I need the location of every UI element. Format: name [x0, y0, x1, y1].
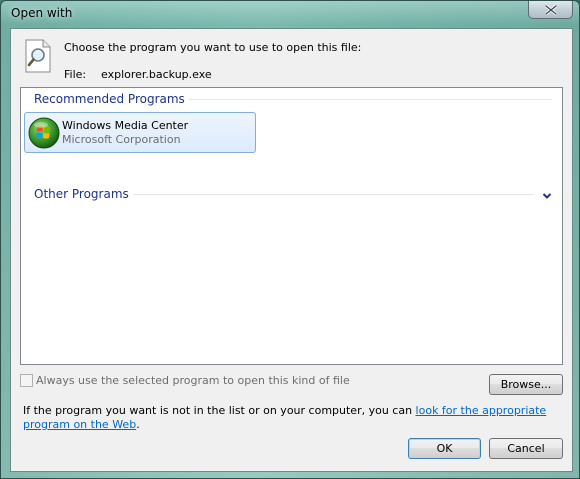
recommended-programs-header: Recommended Programs	[34, 92, 189, 106]
chevron-down-icon[interactable]	[542, 192, 552, 200]
close-button[interactable]	[528, 1, 573, 19]
browse-button[interactable]: Browse...	[489, 374, 563, 395]
window-title: Open with	[11, 6, 73, 20]
dialog-window: Open with Choose the program you want to…	[0, 0, 580, 479]
file-magnifier-icon	[25, 39, 51, 73]
file-label: File:	[64, 68, 87, 81]
ok-button[interactable]: OK	[408, 438, 481, 459]
other-programs-header[interactable]: Other Programs	[34, 187, 133, 201]
program-item-windows-media-center[interactable]: Windows Media Center Microsoft Corporati…	[24, 112, 256, 153]
dialog-client-area: Choose the program you want to use to op…	[10, 28, 573, 472]
help-text-before: If the program you want is not in the li…	[23, 404, 416, 417]
always-use-checkbox[interactable]	[20, 374, 33, 387]
prompt-text: Choose the program you want to use to op…	[64, 41, 362, 54]
cancel-button[interactable]: Cancel	[489, 438, 563, 459]
file-name: explorer.backup.exe	[101, 68, 212, 81]
program-publisher: Microsoft Corporation	[62, 133, 181, 146]
program-name: Windows Media Center	[62, 119, 189, 132]
close-icon	[544, 4, 557, 15]
help-text: If the program you want is not in the li…	[23, 404, 563, 432]
program-list[interactable]: Recommended Programs Windows Media Cente…	[20, 87, 563, 365]
help-text-after: .	[136, 418, 140, 431]
windows-media-center-icon	[28, 117, 60, 149]
always-use-label: Always use the selected program to open …	[36, 374, 350, 387]
